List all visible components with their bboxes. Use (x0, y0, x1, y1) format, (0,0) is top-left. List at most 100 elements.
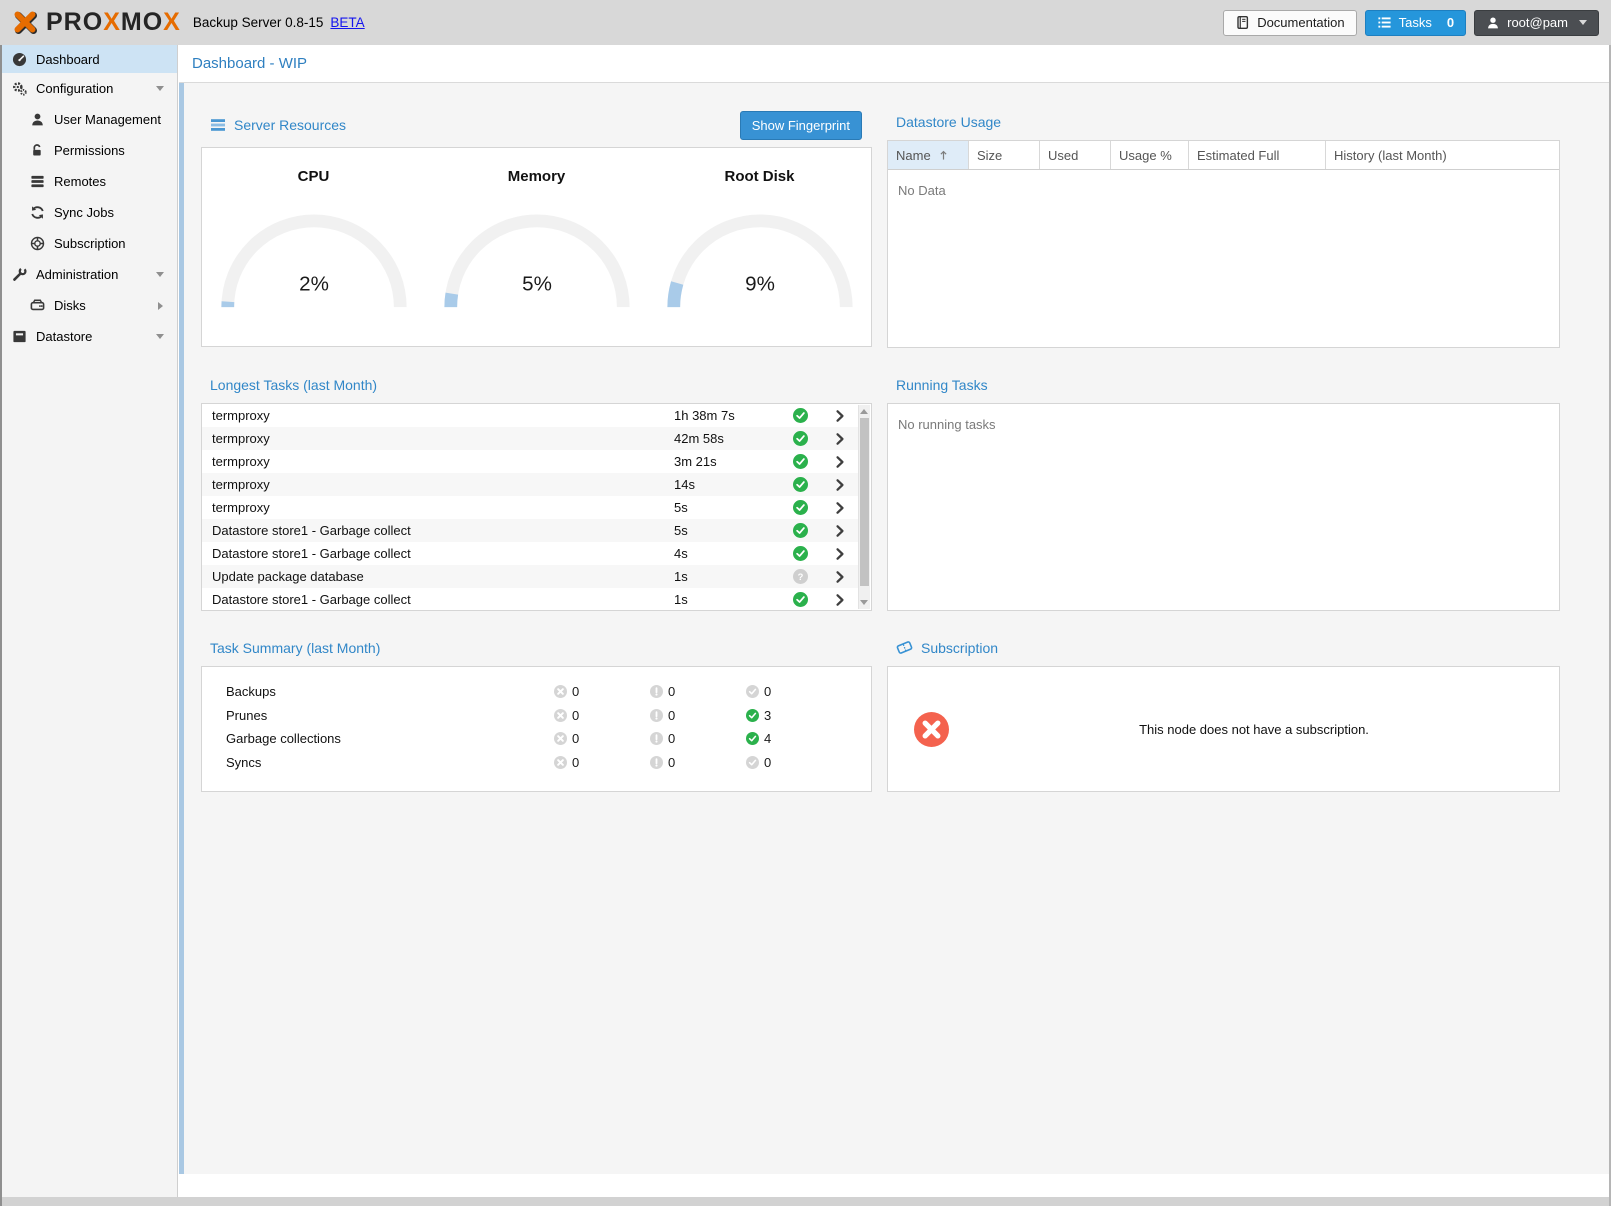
task-summary-row: Garbage collections 0 0 4 (202, 727, 871, 751)
task-row[interactable]: termproxy 5s (202, 496, 858, 519)
documentation-button-label: Documentation (1257, 15, 1344, 30)
top-bar: PROXMOX Backup Server 0.8-15 BETA Docume… (0, 0, 1611, 45)
column-header-history[interactable]: History (last Month) (1326, 141, 1559, 169)
sidebar-item-subscription[interactable]: Subscription (2, 228, 177, 259)
running-tasks-header: Running Tasks (887, 366, 1560, 403)
task-summary-panel: Task Summary (last Month) Backups 0 0 0 … (201, 629, 872, 792)
top-bar-actions: Documentation Tasks 0 root@pam (1223, 10, 1599, 36)
sidebar-item-sync-jobs[interactable]: Sync Jobs (2, 197, 177, 228)
task-row[interactable]: termproxy 14s (202, 473, 858, 496)
warning-stat: 0 (650, 708, 746, 723)
remotes-icon (30, 174, 45, 189)
chevron-right-icon[interactable] (822, 432, 858, 446)
task-name: Update package database (212, 569, 674, 584)
chevron-right-icon[interactable] (822, 593, 858, 607)
page-title-bar: Dashboard - WIP (179, 45, 1609, 83)
sidebar-item-datastore[interactable]: Datastore (2, 321, 177, 352)
task-duration: 1s (674, 569, 778, 584)
error-count: 0 (572, 731, 579, 746)
sidebar-item-administration[interactable]: Administration (2, 259, 177, 290)
no-subscription-icon (914, 712, 949, 747)
chevron-right-icon[interactable] (822, 409, 858, 423)
check-circle-icon (793, 408, 808, 423)
task-row[interactable]: Update package database 1s (202, 565, 858, 588)
warning-circle-icon (650, 756, 663, 769)
gauge-title: Memory (508, 168, 566, 185)
user-menu-button[interactable]: root@pam (1474, 10, 1599, 36)
task-duration: 4s (674, 546, 778, 561)
sidebar-item-configuration[interactable]: Configuration (2, 73, 177, 104)
show-fingerprint-button[interactable]: Show Fingerprint (740, 111, 862, 140)
task-summary-row: Prunes 0 0 3 (202, 704, 871, 728)
scrollbar-thumb[interactable] (860, 418, 869, 586)
dashboard-body: Server Resources Show Fingerprint CPU 2% (179, 83, 1609, 1174)
chevron-right-icon[interactable] (822, 501, 858, 515)
cpu-gauge: CPU 2% (211, 154, 417, 315)
column-label: Name (896, 148, 931, 163)
task-row[interactable]: termproxy 1h 38m 7s (202, 404, 858, 427)
ok-stat: 0 (746, 755, 842, 770)
task-name: Datastore store1 - Garbage collect (212, 523, 674, 538)
chevron-right-icon[interactable] (822, 547, 858, 561)
task-row[interactable]: Datastore store1 - Garbage collect 5s (202, 519, 858, 542)
column-header-usage-pct[interactable]: Usage % (1111, 141, 1189, 169)
gauge-value: 9% (745, 272, 775, 295)
task-row[interactable]: Datastore store1 - Garbage collect 1s (202, 588, 858, 611)
column-header-name[interactable]: Name (888, 141, 969, 169)
page-title: Dashboard - WIP (192, 55, 307, 72)
chevron-right-icon[interactable] (822, 524, 858, 538)
wrench-icon (12, 267, 27, 282)
proxmox-backup-server-window: PROXMOX Backup Server 0.8-15 BETA Docume… (0, 0, 1611, 1206)
server-resources-body: CPU 2% Memory 5 (201, 147, 872, 347)
chevron-down-icon[interactable] (156, 272, 164, 277)
scrollbar-up-icon[interactable] (860, 409, 868, 414)
column-header-size[interactable]: Size (969, 141, 1040, 169)
task-duration: 42m 58s (674, 431, 778, 446)
task-name: Datastore store1 - Garbage collect (212, 592, 674, 607)
chevron-right-icon[interactable] (822, 455, 858, 469)
tasks-button[interactable]: Tasks 0 (1365, 10, 1466, 36)
beta-link[interactable]: BETA (330, 15, 364, 30)
task-summary-header: Task Summary (last Month) (201, 629, 872, 666)
chevron-down-icon[interactable] (156, 334, 164, 339)
chevron-right-icon[interactable] (822, 478, 858, 492)
warning-circle-icon (650, 709, 663, 722)
chevron-down-icon (1579, 20, 1587, 25)
task-name: termproxy (212, 500, 674, 515)
chevron-down-icon[interactable] (156, 86, 164, 91)
task-status-icon (778, 431, 822, 446)
main-content: Dashboard - WIP Server Resources Show Fi… (179, 45, 1609, 1197)
vertical-scrollbar[interactable] (858, 405, 870, 609)
unlock-icon (30, 143, 45, 158)
panel-title: Datastore Usage (896, 114, 1001, 130)
sidebar-item-remotes[interactable]: Remotes (2, 166, 177, 197)
server-resources-header: Server Resources Show Fingerprint (201, 103, 872, 147)
column-header-used[interactable]: Used (1040, 141, 1111, 169)
sidebar-item-user-management[interactable]: User Management (2, 104, 177, 135)
panel-title: Subscription (921, 640, 998, 656)
sidebar-item-label: Configuration (36, 81, 113, 96)
error-circle-icon (554, 756, 567, 769)
sidebar-item-dashboard[interactable]: Dashboard (2, 45, 177, 73)
scrollbar-down-icon[interactable] (860, 600, 868, 605)
ok-stat: 4 (746, 731, 842, 746)
documentation-button[interactable]: Documentation (1223, 10, 1356, 36)
task-row[interactable]: termproxy 3m 21s (202, 450, 858, 473)
check-circle-icon (793, 592, 808, 607)
error-stat: 0 (554, 755, 650, 770)
root-disk-gauge: Root Disk 9% (657, 154, 863, 315)
show-fingerprint-label: Show Fingerprint (752, 118, 850, 133)
sidebar-item-disks[interactable]: Disks (2, 290, 177, 321)
subscription-body: This node does not have a subscription. (887, 666, 1560, 792)
datastore-icon (12, 329, 27, 344)
column-header-estimated-full[interactable]: Estimated Full (1189, 141, 1326, 169)
task-row[interactable]: termproxy 42m 58s (202, 427, 858, 450)
disks-icon (30, 298, 45, 313)
check-circle-icon (793, 431, 808, 446)
chevron-right-icon[interactable] (822, 570, 858, 584)
datastore-usage-body: Name Size Used Usage % Estimated Full Hi… (887, 140, 1560, 348)
sidebar-item-permissions[interactable]: Permissions (2, 135, 177, 166)
chevron-right-icon[interactable] (158, 302, 163, 310)
task-summary-label: Garbage collections (226, 731, 554, 746)
task-row[interactable]: Datastore store1 - Garbage collect 4s (202, 542, 858, 565)
